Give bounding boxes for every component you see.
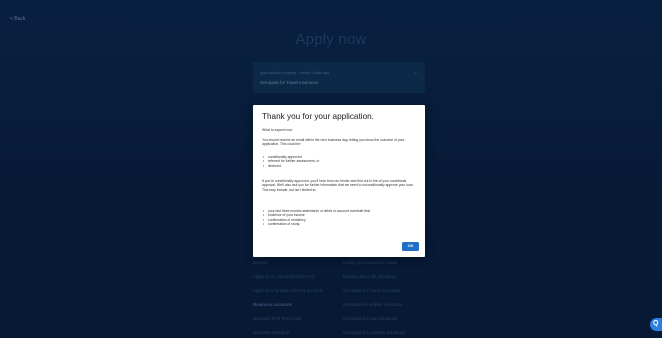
list-item: declined. — [262, 164, 418, 169]
requirements-list: your last three months statements of deb… — [262, 209, 418, 227]
outcome-list: conditionally approved referred for furt… — [262, 155, 418, 169]
list-item: confirmation of study. — [262, 222, 418, 227]
what-next-label: What to expect now: — [262, 128, 293, 132]
dialog-title: Thank you for your application. — [262, 112, 374, 121]
intro-text: You should receive an email within the n… — [262, 138, 405, 147]
ok-button[interactable]: OK — [402, 242, 419, 251]
chat-icon[interactable]: Q — [650, 318, 662, 331]
confirmation-dialog: Thank you for your application. What to … — [253, 105, 425, 257]
chat-glyph: Q — [653, 320, 659, 327]
conditional-text: If you're conditionally approved, you'll… — [262, 179, 414, 192]
